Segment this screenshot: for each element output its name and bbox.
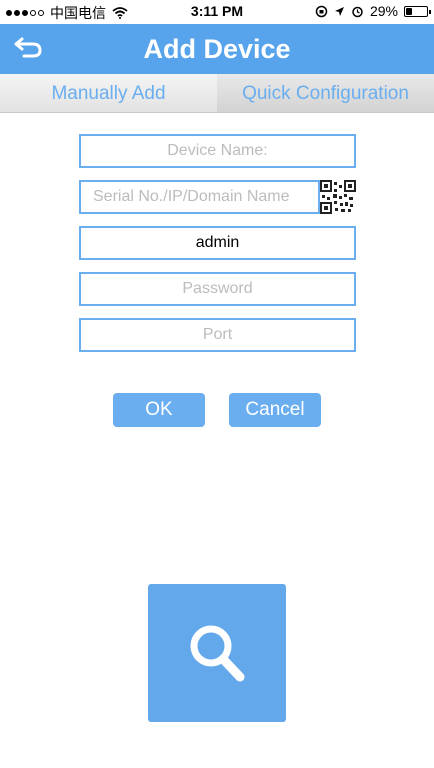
back-arrow-icon xyxy=(14,37,42,58)
qr-code-button[interactable] xyxy=(320,180,356,214)
search-icon xyxy=(190,625,245,682)
status-bar: 中国电信 3:11 PM 29% xyxy=(0,0,434,24)
search-button[interactable] xyxy=(148,584,286,722)
cancel-button[interactable]: Cancel xyxy=(229,393,321,427)
password-input[interactable] xyxy=(79,272,356,306)
username-input[interactable] xyxy=(79,226,356,260)
tab-divider xyxy=(0,112,434,113)
location-arrow-icon xyxy=(334,6,344,16)
tab-manually-add[interactable]: Manually Add xyxy=(0,74,217,113)
port-input[interactable] xyxy=(79,318,356,352)
battery-icon xyxy=(404,5,431,17)
qr-code-icon xyxy=(320,180,356,214)
status-right: 29% xyxy=(315,3,431,19)
ok-button[interactable]: OK xyxy=(113,393,205,427)
page-title: Add Device xyxy=(143,34,291,64)
address-input[interactable] xyxy=(79,180,320,214)
back-button[interactable] xyxy=(14,35,54,63)
tab-quick-configuration[interactable]: Quick Configuration xyxy=(217,74,434,113)
battery-level xyxy=(406,7,412,15)
device-name-input[interactable] xyxy=(79,134,356,168)
alarm-icon xyxy=(352,6,363,17)
battery-percent: 29% xyxy=(369,3,398,19)
screen-rotation-lock-icon xyxy=(315,5,328,17)
tab-bar: Manually Add Quick Configuration xyxy=(0,74,434,113)
screen: 中国电信 3:11 PM 29% Add Device Manually Add… xyxy=(0,0,434,768)
header-bar: Add Device xyxy=(0,24,434,74)
